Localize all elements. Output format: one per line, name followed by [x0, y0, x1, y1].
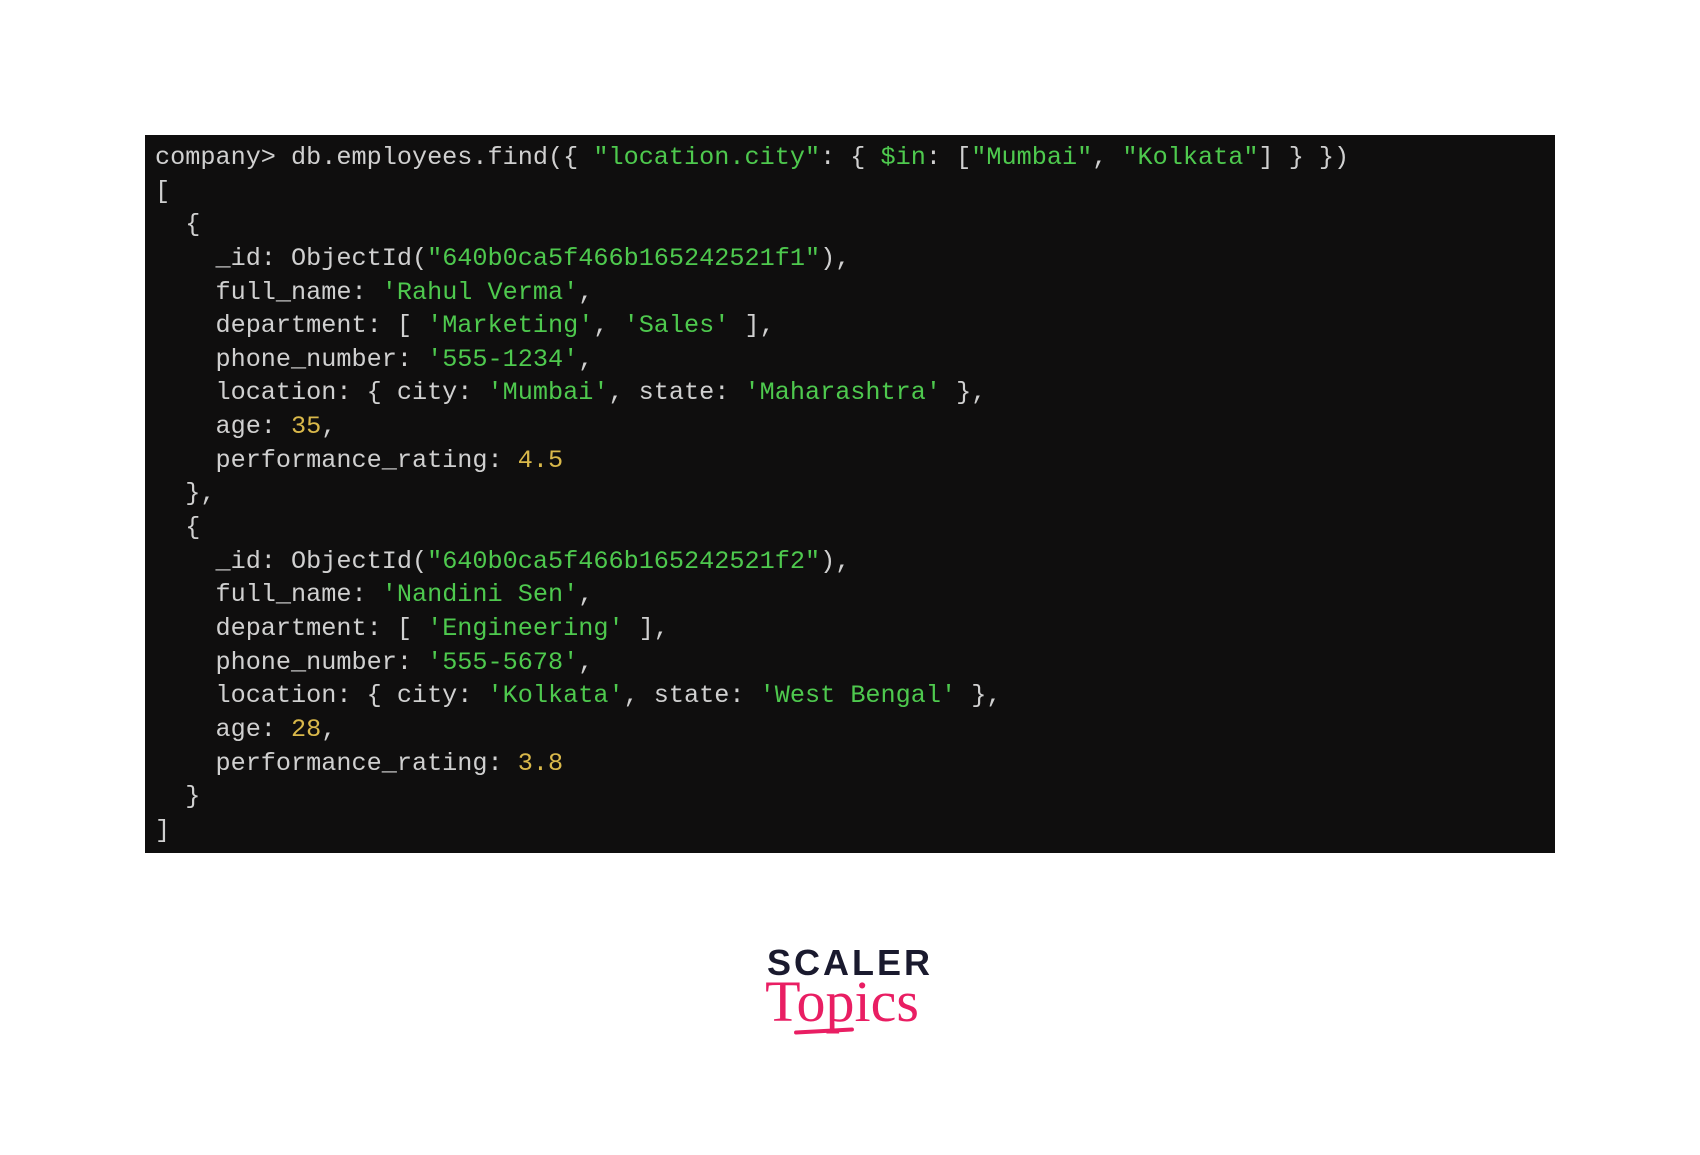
field-value: 35 [291, 412, 321, 441]
field-value: '555-5678' [427, 648, 578, 677]
field-label: age: [155, 412, 291, 441]
field-label: location: { city: [155, 681, 488, 710]
punctuation: ), [820, 547, 850, 576]
query-field: "location.city" [593, 143, 820, 172]
field-label: full_name: [155, 580, 382, 609]
field-label: performance_rating: [155, 446, 518, 475]
field-value: 'Maharashtra' [745, 378, 942, 407]
brace-open: { [155, 210, 200, 239]
field-value: 'Mumbai' [488, 378, 609, 407]
field-label: , state: [624, 681, 760, 710]
brace-close: } [155, 782, 200, 811]
query-operator: $in [881, 143, 926, 172]
query-value: "Kolkata" [1122, 143, 1258, 172]
field-label: , state: [608, 378, 744, 407]
field-value: 'Nandini Sen' [382, 580, 579, 609]
field-value: 'Engineering' [427, 614, 624, 643]
field-value: "640b0ca5f466b165242521f1" [427, 244, 820, 273]
field-value: 28 [291, 715, 321, 744]
punctuation: , [593, 311, 623, 340]
logo-text-line2: Topics [759, 979, 925, 1025]
punctuation: ], [729, 311, 774, 340]
command-text: , [1092, 143, 1122, 172]
field-label: phone_number: [155, 345, 427, 374]
query-value: "Mumbai" [971, 143, 1092, 172]
field-value: "640b0ca5f466b165242521f2" [427, 547, 820, 576]
field-label: department: [ [155, 614, 427, 643]
punctuation: , [578, 648, 593, 677]
field-label: location: { city: [155, 378, 488, 407]
brace-close: }, [155, 479, 215, 508]
punctuation: ], [624, 614, 669, 643]
punctuation: ), [820, 244, 850, 273]
field-value: 'Sales' [624, 311, 730, 340]
brace-open: { [155, 513, 200, 542]
brand-logo: SCALER Topics [767, 945, 933, 1025]
command-text: db.employees.find({ [276, 143, 593, 172]
field-label: full_name: [155, 278, 382, 307]
punctuation: }, [956, 681, 1001, 710]
punctuation: , [321, 412, 336, 441]
punctuation: , [578, 345, 593, 374]
bracket-open: [ [155, 177, 170, 206]
terminal-output: company> db.employees.find({ "location.c… [145, 135, 1555, 853]
field-label: age: [155, 715, 291, 744]
field-label: performance_rating: [155, 749, 518, 778]
field-value: 'Kolkata' [488, 681, 624, 710]
command-text: : { [820, 143, 880, 172]
field-value: 4.5 [518, 446, 563, 475]
bracket-close: ] [155, 816, 170, 845]
punctuation: }, [941, 378, 986, 407]
field-value: 'Marketing' [427, 311, 593, 340]
field-label: _id: ObjectId( [155, 547, 427, 576]
field-value: 'Rahul Verma' [382, 278, 579, 307]
punctuation: , [578, 278, 593, 307]
field-label: department: [ [155, 311, 427, 340]
prompt: company> [155, 143, 276, 172]
punctuation: , [321, 715, 336, 744]
punctuation: , [578, 580, 593, 609]
field-label: phone_number: [155, 648, 427, 677]
command-text: : [ [926, 143, 971, 172]
field-value: '555-1234' [427, 345, 578, 374]
field-label: _id: ObjectId( [155, 244, 427, 273]
field-value: 3.8 [518, 749, 563, 778]
command-text: ] } }) [1258, 143, 1349, 172]
field-value: 'West Bengal' [760, 681, 957, 710]
